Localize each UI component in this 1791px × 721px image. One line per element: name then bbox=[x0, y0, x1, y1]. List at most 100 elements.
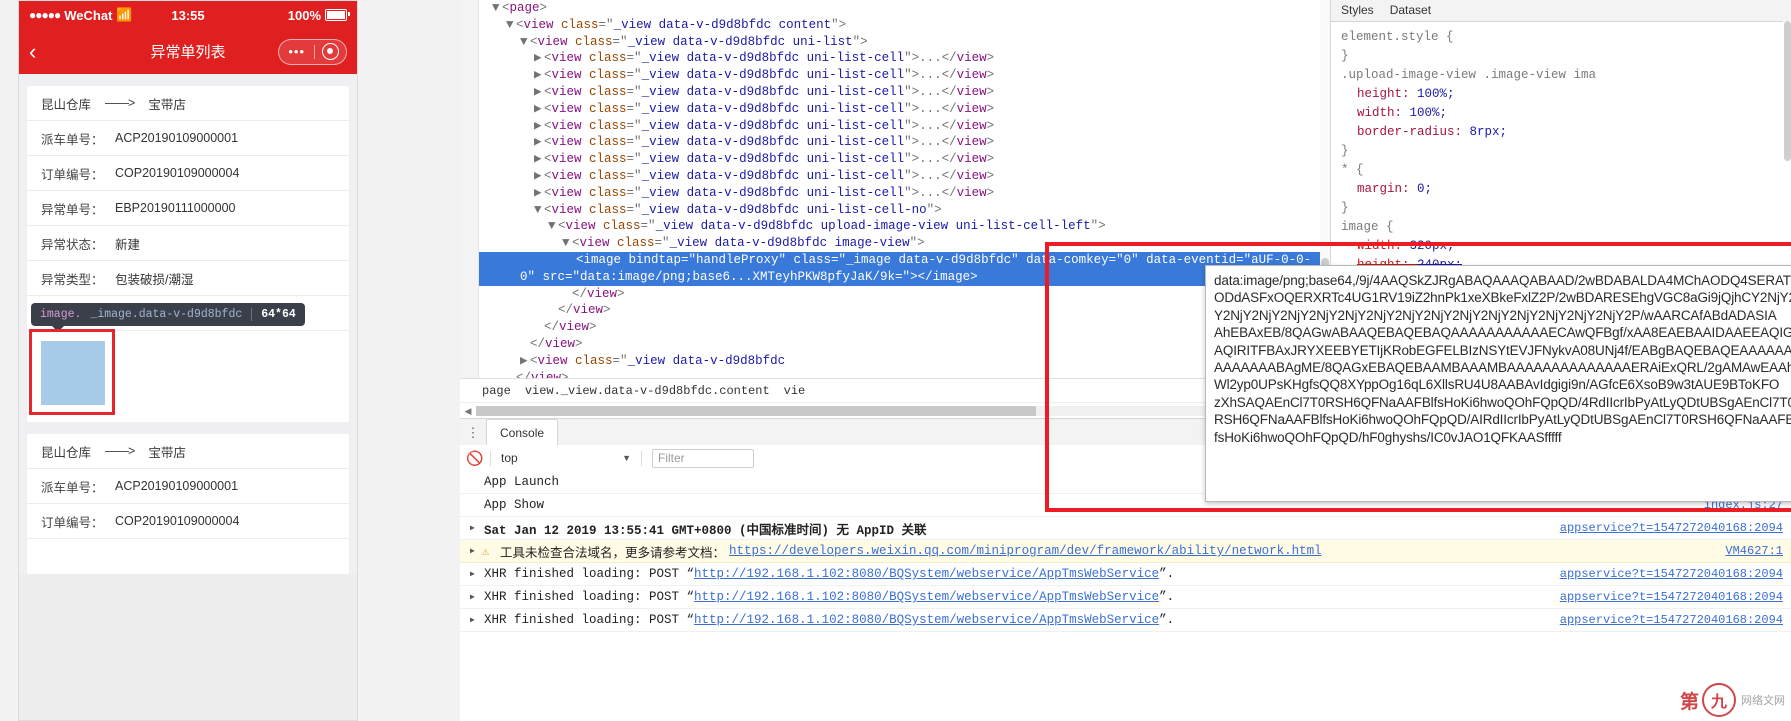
css-selector[interactable]: element.style { bbox=[1341, 28, 1782, 47]
twisty-icon[interactable]: ▼ bbox=[534, 202, 544, 219]
css-rules-list[interactable]: element.style {} .upload-image-view .imag… bbox=[1331, 22, 1791, 300]
twisty-icon[interactable]: ▶ bbox=[534, 151, 544, 168]
dom-token: view bbox=[956, 84, 987, 99]
twisty-icon[interactable]: ▶ bbox=[520, 353, 530, 370]
close-target-icon[interactable] bbox=[315, 43, 346, 60]
dom-tree-line[interactable]: ▼ <view class="_view data-v-d9d8bfdc imag… bbox=[460, 235, 1330, 252]
css-declaration[interactable]: margin: 0; bbox=[1341, 180, 1782, 199]
dom-tree-line[interactable]: ▼ <page> bbox=[460, 0, 1330, 17]
twisty-icon[interactable]: ▶ bbox=[534, 101, 544, 118]
css-selector[interactable]: image { bbox=[1341, 218, 1782, 237]
console-source-link[interactable]: appservice?t=1547272040168:2094 bbox=[1560, 567, 1783, 581]
console-url-link[interactable]: http://192.168.1.102:8080/BQSystem/webse… bbox=[694, 567, 1159, 581]
wechat-capsule-buttons[interactable]: ••• bbox=[278, 38, 347, 65]
clear-console-icon[interactable]: 🚫 bbox=[460, 450, 490, 467]
twisty-icon[interactable] bbox=[520, 336, 530, 353]
expand-triangle-icon[interactable]: ▶ bbox=[470, 592, 475, 602]
elements-tree[interactable]: ▼ <page> ▼ <view class="_view data-v-d9d8bf… bbox=[460, 0, 1330, 378]
dom-tree-line[interactable]: ▼ <view class="_view data-v-d9d8bfdc uni-… bbox=[460, 34, 1330, 51]
console-url-link[interactable]: http://192.168.1.102:8080/BQSystem/webse… bbox=[694, 613, 1159, 627]
expand-triangle-icon[interactable]: ▶ bbox=[470, 523, 475, 533]
twisty-icon[interactable]: ▼ bbox=[548, 218, 558, 235]
console-row-xhr[interactable]: ▶ XHR finished loading: POST “ http://19… bbox=[460, 586, 1791, 609]
css-declaration[interactable]: border-radius: 8rpx; bbox=[1341, 123, 1782, 142]
dom-tree-line[interactable]: </view> bbox=[460, 286, 1330, 303]
dom-tree-line[interactable]: ▶ <view class="_view data-v-d9d8bfdc uni-… bbox=[460, 118, 1330, 135]
twisty-icon[interactable]: ▶ bbox=[534, 50, 544, 67]
dom-tree-line[interactable]: ▶ <view class="_view data-v-d9d8bfdc bbox=[460, 353, 1330, 370]
exception-card[interactable]: 昆山仓库 ——> 宝带店 派车单号： ACP20190109000001 订单编… bbox=[27, 434, 349, 574]
dom-tree-lines[interactable]: ▼ <page> ▼ <view class="_view data-v-d9d8bf… bbox=[460, 0, 1330, 378]
console-row-xhr[interactable]: ▶ XHR finished loading: POST “ http://19… bbox=[460, 609, 1791, 632]
field-value: COP20190109000004 bbox=[115, 514, 240, 528]
dom-tree-line[interactable]: </view> bbox=[460, 319, 1330, 336]
dom-tree-line[interactable]: ▶ <view class="_view data-v-d9d8bfdc uni-… bbox=[460, 101, 1330, 118]
dom-tree-line[interactable]: ▼ <view class="_view data-v-d9d8bfdc uni-… bbox=[460, 202, 1330, 219]
expand-triangle-icon[interactable]: ▶ bbox=[470, 615, 475, 625]
dom-tree-line[interactable]: </view> bbox=[460, 302, 1330, 319]
tab-styles[interactable]: Styles bbox=[1341, 1, 1374, 20]
console-source-link[interactable]: appservice?t=1547272040168:2094 bbox=[1560, 613, 1783, 627]
breadcrumb-item[interactable]: view._view.data-v-d9d8bfdc.content bbox=[525, 384, 770, 398]
twisty-icon[interactable]: ▶ bbox=[534, 84, 544, 101]
dom-tree-line-selected[interactable]: <image bindtap="handleProxy" class="_ima… bbox=[460, 251, 1330, 269]
breadcrumb[interactable]: page view._view.data-v-d9d8bfdc.content … bbox=[460, 378, 1330, 402]
console-doc-link[interactable]: https://developers.weixin.qq.com/minipro… bbox=[729, 544, 1322, 558]
console-source-link[interactable]: appservice?t=1547272040168:2094 bbox=[1560, 521, 1783, 535]
dom-tree-line[interactable]: ▼ <view class="_view data-v-d9d8bfdc uplo… bbox=[460, 218, 1330, 235]
css-declaration[interactable]: height: 100%; bbox=[1341, 85, 1782, 104]
scrollbar-track[interactable] bbox=[476, 406, 1330, 416]
twisty-icon[interactable] bbox=[534, 319, 544, 336]
thumbnail-wrapper[interactable]: image. _image.data-v-d9d8bfdc 64*64 bbox=[29, 303, 305, 415]
dom-tree-line[interactable]: ▼ <view class="_view data-v-d9d8bfdc cont… bbox=[460, 17, 1330, 34]
twisty-icon[interactable] bbox=[548, 302, 558, 319]
exception-card[interactable]: 昆山仓库 ——> 宝带店 派车单号： ACP20190109000001 订单编… bbox=[27, 86, 349, 422]
twisty-icon[interactable] bbox=[562, 286, 572, 303]
styles-panel-tabs[interactable]: Styles Dataset bbox=[1331, 0, 1791, 22]
scroll-left-icon[interactable]: ◀ bbox=[460, 406, 476, 417]
console-url-link[interactable]: http://192.168.1.102:8080/BQSystem/webse… bbox=[694, 590, 1159, 604]
twisty-icon[interactable]: ▼ bbox=[492, 0, 502, 17]
twisty-icon[interactable]: ▶ bbox=[534, 67, 544, 84]
dom-token: view bbox=[956, 135, 987, 150]
css-declaration[interactable]: width: 320px; bbox=[1341, 237, 1782, 256]
more-icon[interactable]: ••• bbox=[279, 45, 314, 58]
dom-tree-line[interactable]: </view> bbox=[460, 370, 1330, 378]
twisty-icon[interactable]: ▶ bbox=[534, 134, 544, 151]
twisty-icon[interactable]: ▶ bbox=[534, 168, 544, 185]
dom-tree-line[interactable]: ▶ <view class="_view data-v-d9d8bfdc uni-… bbox=[460, 185, 1330, 202]
console-row-warning[interactable]: ▶ ⚠ 工具未检查合法域名，更多请参考文档： https://developer… bbox=[460, 540, 1791, 563]
twisty-icon[interactable]: ▼ bbox=[520, 34, 530, 51]
dom-tree-line[interactable]: ▶ <view class="_view data-v-d9d8bfdc uni-… bbox=[460, 134, 1330, 151]
console-row-group[interactable]: ▶ Sat Jan 12 2019 13:55:41 GMT+0800 (中国标… bbox=[460, 517, 1791, 540]
dom-tree-line-selected-cont[interactable]: 0" src="data:image/png;base6...XMTeyhPKW… bbox=[460, 268, 1330, 286]
elements-horizontal-scrollbar[interactable]: ◀ bbox=[460, 402, 1330, 419]
expand-triangle-icon[interactable]: ▶ bbox=[470, 569, 475, 579]
css-selector[interactable]: * { bbox=[1341, 161, 1782, 180]
dom-tree-line[interactable]: </view> bbox=[460, 336, 1330, 353]
twisty-icon[interactable]: ▼ bbox=[562, 235, 572, 252]
dom-tree-line[interactable]: ▶ <view class="_view data-v-d9d8bfdc uni-… bbox=[460, 84, 1330, 101]
dom-tree-line[interactable]: ▶ <view class="_view data-v-d9d8bfdc uni-… bbox=[460, 151, 1330, 168]
tab-console[interactable]: Console bbox=[486, 419, 559, 446]
console-log-list[interactable]: App Launch App Show index.js:27 ▶ Sat Ja… bbox=[460, 471, 1791, 721]
more-tools-icon[interactable]: ⋮ bbox=[460, 419, 486, 446]
console-row-xhr[interactable]: ▶ XHR finished loading: POST “ http://19… bbox=[460, 563, 1791, 586]
tab-dataset[interactable]: Dataset bbox=[1390, 1, 1431, 20]
console-filter-input[interactable]: Filter bbox=[652, 448, 754, 468]
expand-triangle-icon[interactable]: ▶ bbox=[470, 546, 475, 556]
execution-context-select[interactable]: top ▼ bbox=[491, 451, 641, 465]
twisty-icon[interactable]: ▶ bbox=[534, 185, 544, 202]
console-source-link[interactable]: VM4627:1 bbox=[1725, 544, 1783, 558]
dom-tree-line[interactable]: ▶ <view class="_view data-v-d9d8bfdc uni-… bbox=[460, 67, 1330, 84]
breadcrumb-item[interactable]: page bbox=[482, 384, 511, 398]
breadcrumb-item[interactable]: vie bbox=[784, 384, 806, 398]
twisty-icon[interactable]: ▼ bbox=[506, 17, 516, 34]
css-selector[interactable]: .upload-image-view .image-view ima bbox=[1341, 66, 1782, 85]
twisty-icon[interactable]: ▶ bbox=[534, 118, 544, 135]
dom-tree-line[interactable]: ▶ <view class="_view data-v-d9d8bfdc uni-… bbox=[460, 50, 1330, 67]
console-source-link[interactable]: appservice?t=1547272040168:2094 bbox=[1560, 590, 1783, 604]
dom-tree-line[interactable]: ▶ <view class="_view data-v-d9d8bfdc uni-… bbox=[460, 168, 1330, 185]
twisty-icon[interactable] bbox=[506, 370, 516, 378]
css-declaration[interactable]: width: 100%; bbox=[1341, 104, 1782, 123]
